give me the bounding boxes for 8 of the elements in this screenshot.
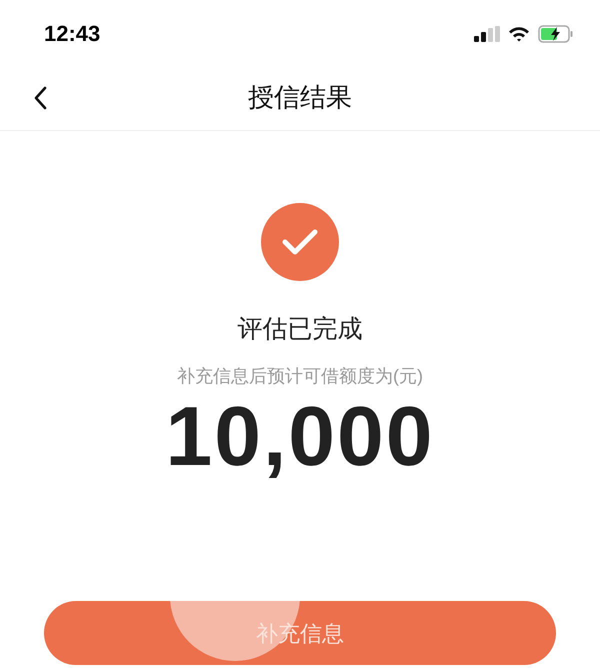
status-time: 12:43 [44,20,100,48]
back-icon [33,86,47,110]
signal-icon [474,26,500,42]
result-title: 评估已完成 [238,314,362,345]
page-title: 授信结果 [248,81,352,114]
result-subtitle: 补充信息后预计可借额度为(元) [177,364,423,388]
wifi-icon [508,26,530,42]
credit-amount: 10,000 [166,394,434,478]
